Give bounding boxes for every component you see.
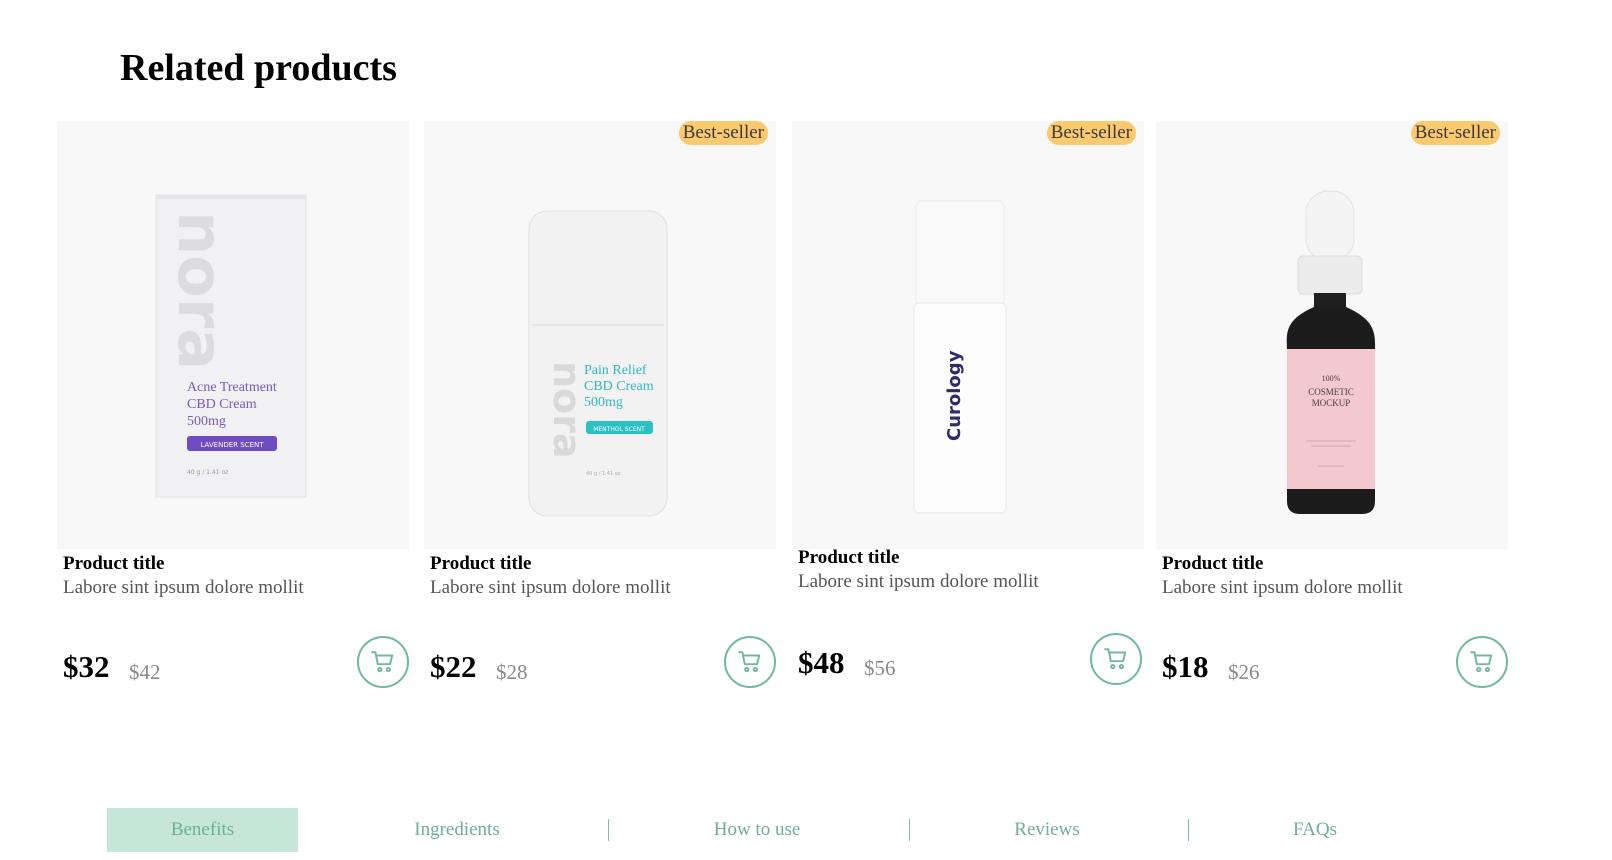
best-seller-badge: Best-seller (678, 121, 768, 145)
scent-tag: MENTHOL SCENT (593, 426, 645, 433)
shopping-cart-icon (1104, 648, 1127, 670)
product-price: $22 (430, 649, 477, 684)
label-line-3: MOCKUP (1312, 398, 1351, 408)
tab-benefits[interactable]: Benefits (107, 808, 298, 852)
shopping-cart-icon (738, 651, 761, 673)
weight-label: 40 g / 1.41 oz (187, 469, 228, 476)
product-old-price: $28 (496, 660, 528, 684)
tab-separator (608, 819, 609, 841)
product-line-2: CBD Cream (187, 397, 257, 412)
product-image[interactable]: nora Pain Relief CBD Cream 500mg MENTHOL… (424, 121, 776, 549)
product-image-graphic: Curology (913, 200, 1007, 514)
product-line-3: 500mg (584, 395, 623, 410)
product-old-price: $26 (1228, 660, 1260, 684)
product-description: Labore sint ipsum dolore mollit (430, 577, 671, 598)
product-line-3: 500mg (187, 414, 226, 429)
product-card[interactable]: Curology Best-seller Product title Labor… (792, 121, 1144, 685)
weight-label: 40 g / 1.41 oz (586, 471, 621, 477)
section-title: Related products (120, 47, 397, 89)
tab-reviews[interactable]: Reviews (962, 808, 1132, 852)
add-to-cart-button[interactable] (1456, 636, 1508, 688)
add-to-cart-button[interactable] (724, 636, 776, 688)
product-title[interactable]: Product title (63, 553, 165, 575)
product-price: $32 (63, 649, 110, 684)
product-title[interactable]: Product title (798, 547, 900, 569)
product-description: Labore sint ipsum dolore mollit (63, 577, 304, 598)
tab-ingredients[interactable]: Ingredients (372, 808, 542, 852)
product-info-tabs: Benefits Ingredients How to use Reviews … (0, 808, 1612, 852)
product-old-price: $56 (864, 656, 896, 680)
scent-tag: LAVENDER SCENT (200, 441, 264, 449)
product-card[interactable]: 100% COSMETIC MOCKUP Best-seller Product… (1156, 121, 1508, 688)
brand-label: Curology (944, 350, 965, 441)
product-image[interactable]: 100% COSMETIC MOCKUP Best-seller (1156, 121, 1508, 549)
product-description: Labore sint ipsum dolore mollit (1162, 577, 1403, 598)
product-card[interactable]: nora Acne Treatment CBD Cream 500mg LAVE… (57, 121, 409, 688)
shopping-cart-icon (1470, 651, 1493, 673)
product-image[interactable]: nora Acne Treatment CBD Cream 500mg LAVE… (57, 121, 409, 549)
product-image-graphic: 100% COSMETIC MOCKUP (1286, 190, 1376, 514)
product-line-1: Pain Relief (584, 363, 647, 378)
product-old-price: $42 (129, 660, 161, 684)
add-to-cart-button[interactable] (1090, 633, 1142, 685)
product-price: $48 (798, 645, 845, 680)
product-line-1: Acne Treatment (187, 380, 277, 395)
label-line-1: 100% (1322, 374, 1341, 383)
tab-separator (1188, 819, 1189, 841)
best-seller-badge: Best-seller (1046, 121, 1136, 145)
brand-watermark: nora (164, 211, 237, 370)
brand-watermark: nora (545, 361, 589, 459)
product-image[interactable]: Curology Best-seller (792, 121, 1144, 549)
product-description: Labore sint ipsum dolore mollit (798, 571, 1039, 592)
product-title[interactable]: Product title (1162, 553, 1264, 575)
product-image-graphic: nora Pain Relief CBD Cream 500mg MENTHOL… (528, 210, 668, 517)
product-line-2: CBD Cream (584, 379, 654, 394)
shopping-cart-icon (371, 651, 394, 673)
tab-faqs[interactable]: FAQs (1230, 808, 1400, 852)
product-card[interactable]: nora Pain Relief CBD Cream 500mg MENTHOL… (424, 121, 776, 688)
product-image-graphic: nora Acne Treatment CBD Cream 500mg LAVE… (155, 194, 307, 498)
label-line-2: COSMETIC (1308, 387, 1354, 397)
add-to-cart-button[interactable] (357, 636, 409, 688)
tab-separator (909, 819, 910, 841)
tab-how-to-use[interactable]: How to use (672, 808, 842, 852)
product-title[interactable]: Product title (430, 553, 532, 575)
product-price: $18 (1162, 649, 1209, 684)
best-seller-badge: Best-seller (1410, 121, 1500, 145)
